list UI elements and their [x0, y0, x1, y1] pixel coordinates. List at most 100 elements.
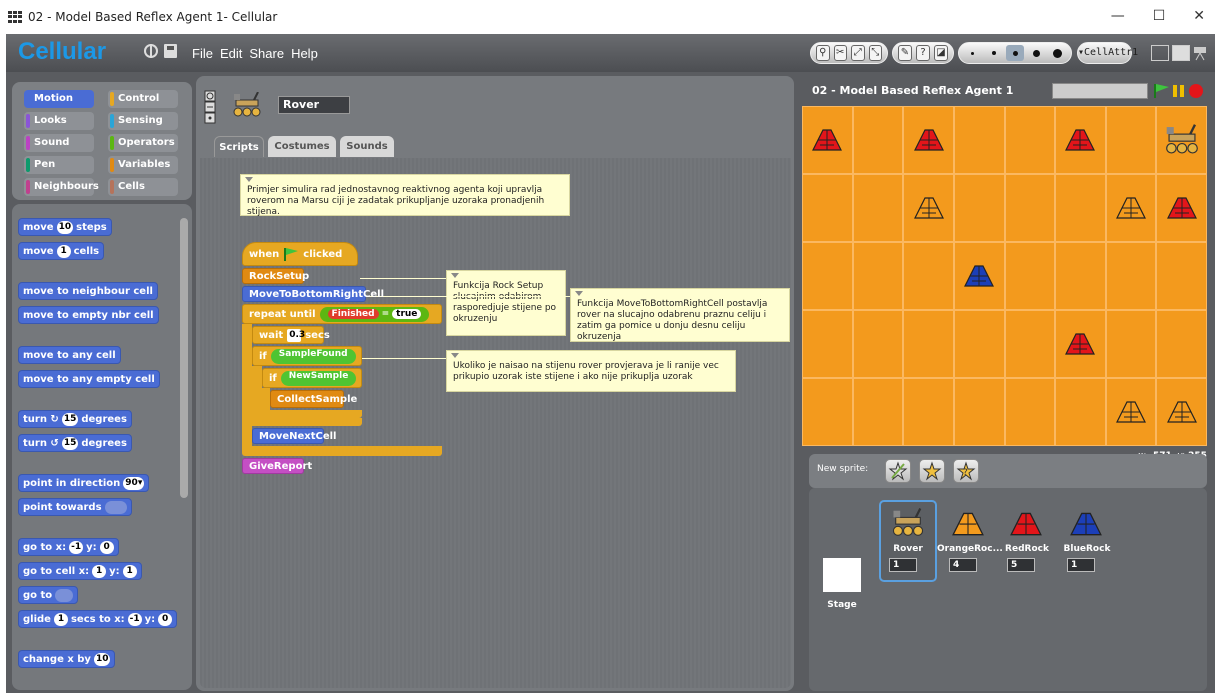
category-motion[interactable]: Motion: [24, 90, 94, 108]
red-rock-sprite[interactable]: [1166, 194, 1198, 220]
red-rock-sprite[interactable]: [811, 126, 843, 152]
presentation-icon[interactable]: [1193, 45, 1207, 61]
finished-variable[interactable]: Finished: [327, 309, 379, 319]
block-turn-ccw[interactable]: turn ↺ 15 degrees: [18, 434, 132, 452]
grid-cell[interactable]: [953, 378, 1005, 446]
green-flag-button[interactable]: [1152, 83, 1170, 99]
comment-rock-setup[interactable]: Funkcija Rock Setup slucajnim odabirom r…: [446, 270, 566, 336]
block-go-to-cell[interactable]: go to cell x: 1 y: 1: [18, 562, 142, 580]
block-move-to-empty-nbr-cell[interactable]: move to empty nbr cell: [18, 306, 159, 324]
grid-cell[interactable]: [852, 378, 904, 446]
save-disk-icon[interactable]: [164, 44, 177, 58]
menu-file[interactable]: File: [192, 46, 213, 61]
grid-cell[interactable]: [953, 310, 1005, 378]
block-move-to-neighbour-cell[interactable]: move to neighbour cell: [18, 282, 158, 300]
close-button[interactable]: ✕: [1193, 8, 1205, 24]
grid-cell[interactable]: [1105, 310, 1157, 378]
grid-cell[interactable]: [1055, 174, 1106, 242]
stop-button[interactable]: [1188, 83, 1204, 99]
when-flag-clicked-block[interactable]: when clicked: [242, 242, 358, 266]
comment-sample-check[interactable]: Ukoliko je naisao na stijenu rover provj…: [446, 350, 736, 392]
grid-cell[interactable]: [1105, 106, 1157, 174]
equals-condition[interactable]: Finished = true: [319, 306, 430, 322]
grid-cell[interactable]: [802, 242, 853, 310]
brush-size-5[interactable]: [1049, 45, 1066, 61]
rover-thumbnail[interactable]: [889, 508, 927, 538]
category-neighbours[interactable]: Neighbours: [24, 178, 99, 196]
stage-canvas[interactable]: [802, 106, 1207, 446]
grid-cell[interactable]: [852, 242, 904, 310]
grid-cell[interactable]: [852, 174, 904, 242]
move-to-bottom-right-cell-block[interactable]: MoveToBottomRightCell: [242, 286, 384, 302]
paint-sprite-icon[interactable]: [885, 459, 911, 483]
red-rock-sprite[interactable]: [1064, 126, 1096, 152]
repeat-until-block[interactable]: repeat until Finished = true: [242, 304, 442, 324]
category-control[interactable]: Control: [108, 90, 178, 108]
block-move-to-any-cell[interactable]: move to any cell: [18, 346, 121, 364]
red-rock-sprite[interactable]: [913, 126, 945, 152]
pause-button[interactable]: [1172, 83, 1186, 99]
language-globe-icon[interactable]: [144, 44, 158, 58]
tab-scripts[interactable]: Scripts: [214, 136, 264, 157]
block-move-to-any-empty-cell[interactable]: move to any empty cell: [18, 370, 160, 388]
sprite-name-field[interactable]: Rover: [278, 96, 350, 114]
menu-share[interactable]: Share: [249, 46, 284, 61]
sample-found-reporter[interactable]: SampleFound: [270, 348, 356, 364]
tab-costumes[interactable]: Costumes: [268, 136, 336, 157]
grid-cell[interactable]: [903, 242, 954, 310]
menu-edit[interactable]: Edit: [220, 46, 242, 61]
shrink-icon[interactable]: ⤡: [868, 45, 882, 61]
sprite-count-orange-rock[interactable]: 4: [949, 558, 977, 572]
block-move-cells[interactable]: move 1 cells: [18, 242, 105, 260]
sprite-count-red-rock[interactable]: 5: [1007, 558, 1035, 572]
grid-cell[interactable]: [1004, 242, 1056, 310]
grid-cell[interactable]: [802, 310, 853, 378]
category-looks[interactable]: Looks: [24, 112, 94, 130]
brush-size-2[interactable]: [985, 45, 1002, 61]
new-sample-reporter[interactable]: NewSample: [280, 370, 357, 386]
menu-help[interactable]: Help: [291, 46, 318, 61]
category-sound[interactable]: Sound: [24, 134, 94, 152]
move-next-cell-block[interactable]: MoveNextCell: [252, 428, 336, 444]
choose-sprite-icon[interactable]: [919, 459, 945, 483]
block-go-to[interactable]: go to: [18, 586, 79, 604]
category-sensing[interactable]: Sensing: [108, 112, 178, 130]
cell-attribute-dropdown[interactable]: ▾CellAttr1: [1077, 42, 1138, 64]
stamp-icon[interactable]: ⚲: [816, 45, 830, 61]
grid-cell[interactable]: [1105, 242, 1157, 310]
block-turn-cw[interactable]: turn ↻ 15 degrees: [18, 410, 132, 428]
wait-block[interactable]: wait 0.3 secs: [252, 326, 330, 344]
category-pen[interactable]: Pen: [24, 156, 94, 174]
red-rock-sprite[interactable]: [1064, 330, 1096, 356]
minimize-button[interactable]: —: [1111, 8, 1125, 24]
pencil-icon[interactable]: ✎: [898, 45, 912, 61]
comment-move-bottom-right[interactable]: Funkcija MoveToBottomRightCell postavlja…: [570, 288, 790, 342]
brush-size-3[interactable]: [1006, 45, 1024, 61]
orange-rock-sprite[interactable]: [1115, 194, 1147, 220]
grid-cell[interactable]: [953, 174, 1005, 242]
brush-size-4[interactable]: [1028, 45, 1045, 61]
small-stage-icon[interactable]: [1151, 45, 1169, 61]
grow-icon[interactable]: ⤢: [851, 45, 865, 61]
blue-rock-sprite[interactable]: [963, 262, 995, 288]
give-report-block[interactable]: GiveReport: [242, 458, 312, 474]
collect-sample-block[interactable]: CollectSample: [270, 390, 357, 408]
if-sample-found-block[interactable]: if SampleFound: [252, 346, 362, 366]
rotation-style-icons[interactable]: [204, 90, 216, 124]
if-new-sample-block[interactable]: if NewSample: [262, 368, 362, 388]
tab-sounds[interactable]: Sounds: [340, 136, 394, 157]
category-cells[interactable]: Cells: [108, 178, 178, 196]
eraser-icon[interactable]: ◪: [934, 45, 948, 61]
category-operators[interactable]: Operators: [108, 134, 178, 152]
grid-cell[interactable]: [1156, 310, 1207, 378]
grid-cell[interactable]: [1055, 378, 1106, 446]
grid-cell[interactable]: [903, 310, 954, 378]
normal-stage-icon[interactable]: [1172, 45, 1190, 61]
block-point-towards[interactable]: point towards: [18, 498, 132, 516]
grid-cell[interactable]: [1004, 174, 1056, 242]
cut-icon[interactable]: ✂: [833, 45, 847, 61]
stage-thumbnail[interactable]: [823, 558, 861, 592]
scripts-area[interactable]: Primjer simulira rad jednostavnog reakti…: [200, 158, 791, 688]
grid-cell[interactable]: [903, 378, 954, 446]
grid-cell[interactable]: [802, 174, 853, 242]
